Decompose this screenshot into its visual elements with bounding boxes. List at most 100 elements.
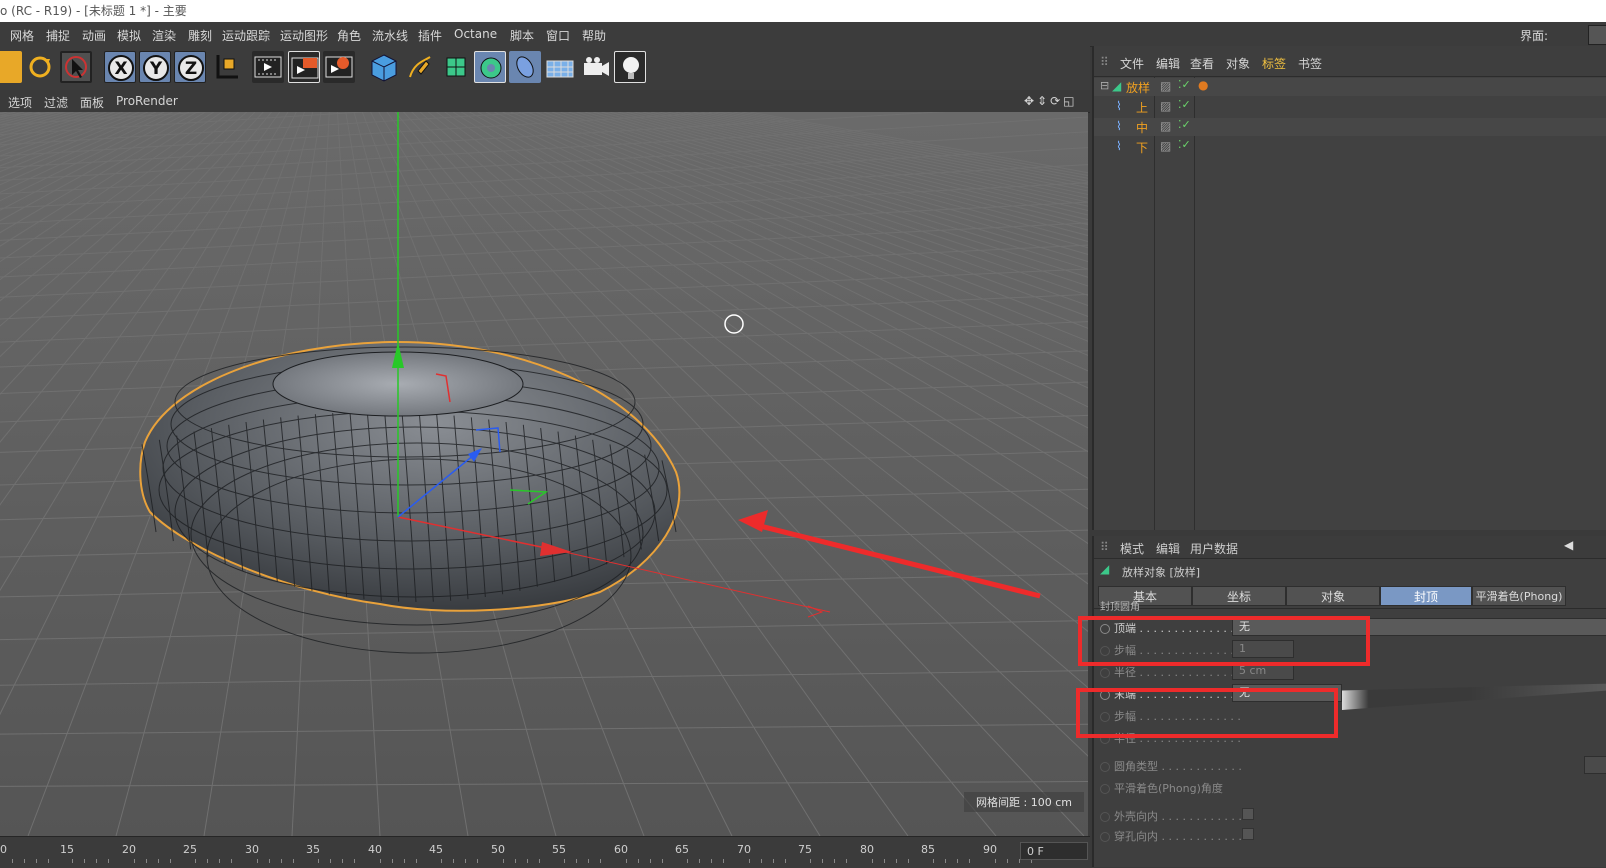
menu-animate[interactable]: 动画 — [82, 27, 106, 44]
menu-plugins[interactable]: 插件 — [418, 27, 442, 44]
viewport-nav-icons[interactable]: ✥⇕⟳◱ — [1024, 94, 1078, 108]
panel-grip-icon[interactable]: ⠿ — [1100, 540, 1109, 554]
cube-primitive-icon[interactable] — [368, 51, 400, 83]
viewport-3d[interactable]: 网格间距 : 100 cm — [0, 112, 1088, 836]
select-arrow-icon[interactable] — [60, 51, 92, 83]
param-top-radius: 半径 . . . . . . . . . . . . . . . — [1100, 664, 1241, 680]
z-axis-lock-icon[interactable]: Z — [174, 51, 206, 83]
floor-environment-icon[interactable] — [544, 51, 576, 83]
viewport-menu-prorender[interactable]: ProRender — [116, 94, 178, 108]
viewport-menu-options[interactable]: 选项 — [8, 94, 32, 111]
panel-grip-icon[interactable]: ⠿ — [1100, 55, 1110, 69]
object-row-middle[interactable]: ⌇ 中 ▨ ⁚✓ — [1094, 118, 1606, 136]
timeline-minor-tick — [884, 859, 885, 863]
menu-render[interactable]: 渲染 — [152, 27, 176, 44]
object-name-bottom[interactable]: 下 — [1136, 139, 1148, 156]
om-menu-view[interactable]: 查看 — [1190, 55, 1214, 72]
collapse-icon[interactable]: ⊟ — [1100, 79, 1109, 92]
menu-simulate[interactable]: 模拟 — [117, 27, 141, 44]
x-axis-lock-icon[interactable]: X — [104, 51, 136, 83]
layout-label: 界面: — [1520, 29, 1549, 43]
render-settings-icon[interactable] — [323, 51, 355, 83]
menu-sculpt[interactable]: 雕刻 — [188, 27, 212, 44]
layer-icon[interactable]: ▨ — [1160, 99, 1171, 113]
visibility-check-icon[interactable]: ⁚✓ — [1178, 138, 1191, 151]
am-menu-userdata[interactable]: 用户数据 — [1190, 540, 1238, 557]
timeline-minor-tick — [773, 859, 774, 863]
menu-pipeline[interactable]: 流水线 — [372, 27, 408, 44]
am-menu-mode[interactable]: 模式 — [1120, 540, 1144, 557]
y-axis-lock-icon[interactable]: Y — [139, 51, 171, 83]
grid-spacing-label: 网格间距 : 100 cm — [976, 795, 1072, 809]
timeline-minor-tick — [342, 859, 343, 863]
timeline[interactable]: 0 15 20 25 30 35 40 45 50 55 60 65 70 75 80 85 90 0 F — [0, 836, 1090, 868]
timeline-minor-tick — [564, 859, 565, 863]
timeline-minor-tick — [392, 859, 393, 863]
back-arrow-icon[interactable]: ◀ — [1564, 538, 1573, 552]
timeline-tick: 60 — [614, 843, 628, 856]
menu-motion-tracking[interactable]: 运动跟踪 — [222, 27, 270, 44]
tab-phong[interactable]: 平滑着色(Phong) — [1472, 586, 1566, 606]
layer-icon[interactable]: ▨ — [1160, 139, 1171, 153]
timeline-minor-tick — [761, 859, 762, 863]
render-picture-viewer-icon[interactable] — [288, 51, 320, 83]
object-name-top[interactable]: 上 — [1136, 99, 1148, 116]
layout-dropdown[interactable] — [1588, 25, 1606, 45]
timeline-tick: 40 — [368, 843, 382, 856]
viewport-menu-panel[interactable]: 面板 — [80, 94, 104, 111]
menu-octane[interactable]: Octane — [454, 27, 497, 41]
loft-icon: ◢ — [1112, 79, 1122, 93]
tab-object[interactable]: 对象 — [1286, 586, 1380, 606]
am-menu-edit[interactable]: 编辑 — [1156, 540, 1180, 557]
subdivision-surface-icon[interactable] — [440, 51, 472, 83]
pen-spline-icon[interactable] — [404, 51, 436, 83]
menu-mograph[interactable]: 运动图形 — [280, 27, 328, 44]
current-frame-field[interactable]: 0 F — [1020, 842, 1088, 860]
move-tool-icon[interactable] — [0, 51, 22, 83]
timeline-minor-tick — [810, 859, 811, 863]
menu-script[interactable]: 脚本 — [510, 27, 534, 44]
viewport-menu-filter[interactable]: 过滤 — [44, 94, 68, 111]
object-row-loft[interactable]: ⊟ ◢ 放样 ▨ ⁚✓ ● — [1094, 78, 1606, 96]
tag-icon[interactable]: ● — [1198, 78, 1208, 92]
visibility-check-icon[interactable]: ⁚✓ — [1178, 118, 1191, 131]
render-view-icon[interactable] — [252, 51, 284, 83]
timeline-tick: 85 — [921, 843, 935, 856]
rotate-tool-icon[interactable] — [24, 51, 56, 83]
tab-coord[interactable]: 坐标 — [1192, 586, 1286, 606]
timeline-minor-tick — [687, 859, 688, 863]
visibility-check-icon[interactable]: ⁚✓ — [1178, 78, 1191, 91]
object-row-top[interactable]: ⌇ 上 ▨ ⁚✓ — [1094, 98, 1606, 116]
object-name-loft[interactable]: 放样 — [1126, 79, 1150, 96]
tab-caps[interactable]: 封顶 — [1380, 586, 1472, 606]
viewport-menu: 选项 过滤 面板 ProRender ✥⇕⟳◱ — [0, 90, 1090, 113]
viewport-scene: 网格间距 : 100 cm — [0, 112, 1088, 836]
timeline-minor-tick — [195, 859, 196, 863]
param-fillet-type: 圆角类型 . . . . . . . . . . . . — [1100, 758, 1242, 774]
cloner-icon[interactable] — [474, 51, 506, 83]
camera-icon[interactable] — [580, 51, 612, 83]
object-name-middle[interactable]: 中 — [1136, 119, 1148, 136]
visibility-check-icon[interactable]: ⁚✓ — [1178, 98, 1191, 111]
menu-window[interactable]: 窗口 — [546, 27, 570, 44]
om-menu-file[interactable]: 文件 — [1120, 55, 1144, 72]
om-menu-tags[interactable]: 标签 — [1262, 55, 1286, 72]
menu-snap[interactable]: 捕捉 — [46, 27, 70, 44]
timeline-minor-tick — [12, 859, 13, 863]
menu-character[interactable]: 角色 — [337, 27, 361, 44]
om-menu-object[interactable]: 对象 — [1226, 55, 1250, 72]
object-row-bottom[interactable]: ⌇ 下 ▨ ⁚✓ — [1094, 138, 1606, 156]
layer-icon[interactable]: ▨ — [1160, 119, 1171, 133]
timeline-minor-tick — [896, 859, 897, 863]
layer-icon[interactable]: ▨ — [1160, 79, 1171, 93]
om-menu-edit[interactable]: 编辑 — [1156, 55, 1180, 72]
timeline-tick: 55 — [552, 843, 566, 856]
timeline-minor-tick — [84, 859, 85, 863]
light-icon[interactable] — [614, 51, 646, 83]
menu-mesh[interactable]: 网格 — [10, 27, 34, 44]
timeline-minor-tick — [834, 859, 835, 863]
coordinate-system-icon[interactable] — [210, 51, 242, 83]
deformer-icon[interactable] — [509, 51, 541, 83]
om-menu-bookmarks[interactable]: 书签 — [1298, 55, 1322, 72]
menu-help[interactable]: 帮助 — [582, 27, 606, 44]
